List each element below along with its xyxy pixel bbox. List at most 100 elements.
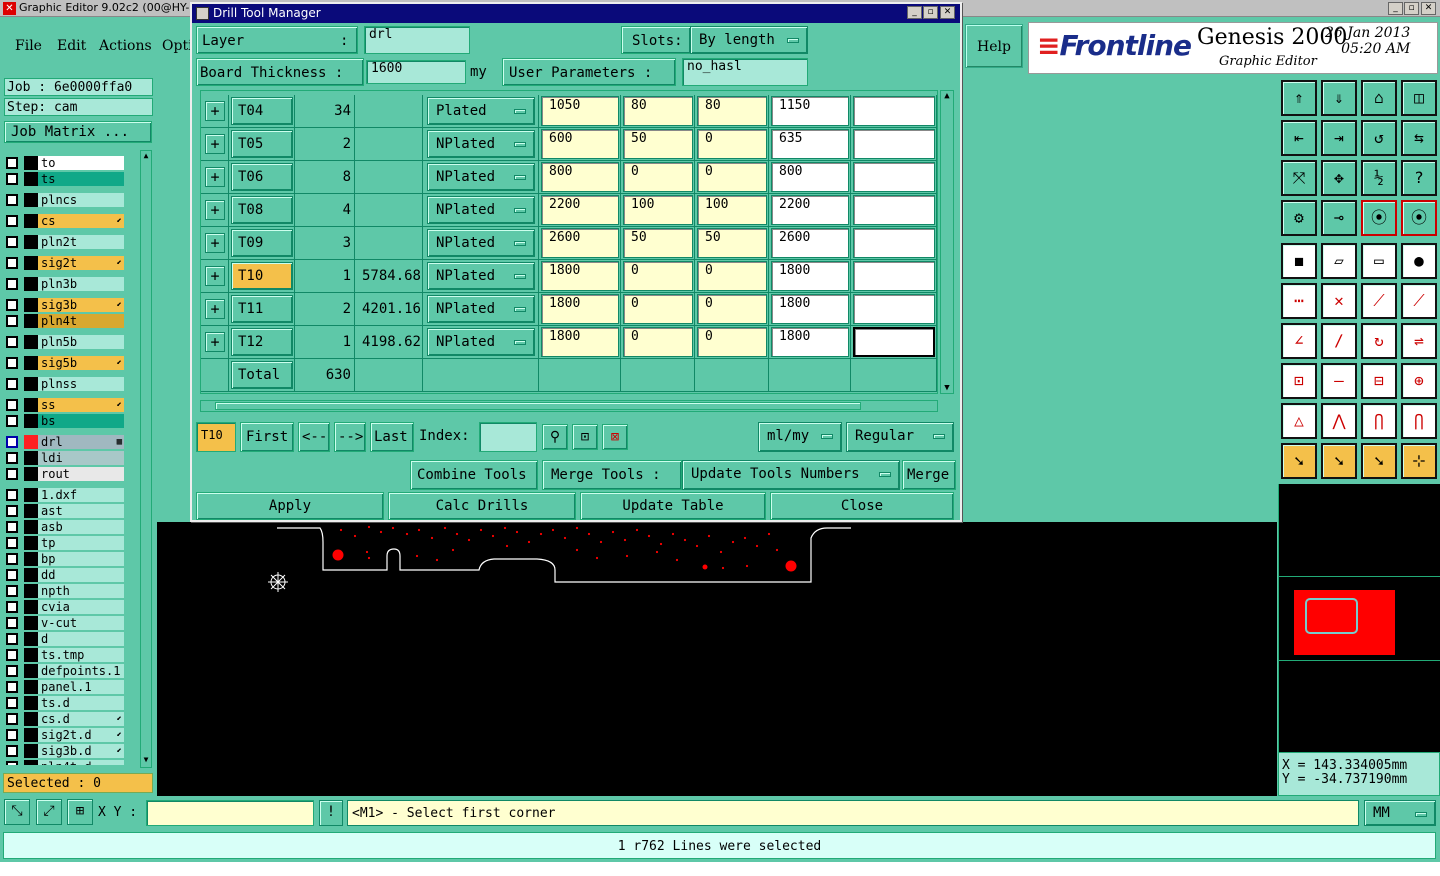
close-icon[interactable]: ✕: [1421, 2, 1436, 15]
snap-icon[interactable]: ✕: [1321, 283, 1357, 319]
job-matrix-button[interactable]: Job Matrix ...: [4, 121, 152, 143]
dialog-maximize-icon[interactable]: ▫: [923, 6, 938, 19]
drill-size-input[interactable]: 800: [771, 162, 849, 192]
tolerance-plus-input[interactable]: 50: [623, 129, 693, 159]
clear-tool-icon[interactable]: ⊠: [602, 424, 628, 450]
query-icon[interactable]: ?: [1401, 160, 1437, 196]
layer-row[interactable]: dd: [4, 567, 140, 583]
tolerance-minus-input[interactable]: 0: [697, 261, 767, 291]
layer-row[interactable]: drl ▦: [4, 434, 140, 450]
drill-size-input[interactable]: 2600: [771, 228, 849, 258]
layer-input[interactable]: drl: [364, 26, 470, 54]
layer-row[interactable]: sig5b ⬋: [4, 355, 140, 371]
extra-input[interactable]: [853, 96, 935, 126]
tolerance-minus-input[interactable]: 0: [697, 327, 767, 357]
unit-select[interactable]: ml/my: [758, 422, 842, 452]
grid-icon[interactable]: ⊞: [67, 799, 93, 825]
layer-checkbox[interactable]: [6, 399, 18, 411]
layer-checkbox[interactable]: [6, 173, 18, 185]
menu-options[interactable]: Opti: [162, 38, 193, 54]
tool-button[interactable]: T04: [231, 97, 293, 125]
help-button[interactable]: Help: [965, 24, 1023, 68]
layer-row[interactable]: sig2t.d ⬋: [4, 727, 140, 743]
tool-type-select[interactable]: NPlated: [427, 328, 535, 356]
select-icon[interactable]: ⊡: [1281, 363, 1317, 399]
board-thickness-input[interactable]: 1600: [366, 60, 466, 84]
layer-name[interactable]: cvia: [38, 600, 124, 614]
last-button[interactable]: Last: [370, 422, 414, 452]
finish-size-input[interactable]: 2200: [541, 195, 619, 225]
tool-button[interactable]: T08: [231, 196, 293, 224]
layer-row[interactable]: defpoints.1: [4, 663, 140, 679]
circle-icon[interactable]: ●: [1401, 243, 1437, 279]
layer-name[interactable]: sig3b ⬋: [38, 298, 124, 312]
arch-alt-icon[interactable]: ⋂: [1401, 403, 1437, 439]
layer-checkbox[interactable]: [6, 761, 18, 765]
layer-name[interactable]: sig5b ⬋: [38, 356, 124, 370]
drill-size-input[interactable]: 635: [771, 129, 849, 159]
layer-row[interactable]: cs ⬋: [4, 213, 140, 229]
connect-icon[interactable]: ⊹: [1401, 443, 1437, 479]
expand-icon[interactable]: +: [205, 332, 225, 352]
extra-input[interactable]: [853, 228, 935, 258]
measure-icon[interactable]: ⊸: [1321, 200, 1357, 236]
first-button[interactable]: First: [240, 422, 294, 452]
ruler-icon[interactable]: ▭: [1361, 243, 1397, 279]
undo-icon[interactable]: ↺: [1361, 120, 1397, 156]
expand-icon[interactable]: +: [205, 134, 225, 154]
finish-size-input[interactable]: 1800: [541, 261, 619, 291]
layer-checkbox[interactable]: [6, 357, 18, 369]
merge-button[interactable]: Merge: [902, 460, 956, 490]
cut-icon[interactable]: —: [1321, 363, 1357, 399]
tool-type-select[interactable]: NPlated: [427, 196, 535, 224]
xy-input[interactable]: [146, 800, 314, 826]
layer-row[interactable]: pln5b: [4, 334, 140, 350]
layer-checkbox[interactable]: [6, 157, 18, 169]
arc-icon[interactable]: ⟋: [1401, 283, 1437, 319]
finish-size-input[interactable]: 2600: [541, 228, 619, 258]
layer-row[interactable]: sig3b ⬋: [4, 297, 140, 313]
layer-checkbox[interactable]: [6, 378, 18, 390]
layer-name[interactable]: npth: [38, 584, 124, 598]
tool-button[interactable]: T10: [231, 262, 293, 290]
layer-row[interactable]: plncs: [4, 192, 140, 208]
peak-icon[interactable]: ⋀: [1321, 403, 1357, 439]
layer-row[interactable]: pln4t.d: [4, 759, 140, 765]
zoom-box-icon[interactable]: ⤡: [4, 799, 30, 825]
minimize-icon[interactable]: _: [1388, 2, 1403, 15]
layer-row[interactable]: rout: [4, 466, 140, 482]
filter-tool-icon[interactable]: ⊡: [572, 424, 598, 450]
layer-name[interactable]: sig3b.d ⬋: [38, 744, 124, 758]
layer-name[interactable]: asb: [38, 520, 124, 534]
group-icon[interactable]: ⊕: [1401, 363, 1437, 399]
layer-name[interactable]: drl ▦: [38, 435, 124, 449]
route-icon[interactable]: ⦿: [1361, 200, 1397, 236]
layer-checkbox[interactable]: [6, 468, 18, 480]
layer-name[interactable]: dd: [38, 568, 124, 582]
layer-row[interactable]: cvia: [4, 599, 140, 615]
layer-up-icon[interactable]: ⇑: [1281, 80, 1317, 116]
alert-icon[interactable]: !: [319, 800, 343, 826]
layer-checkbox[interactable]: [6, 553, 18, 565]
rotate-icon[interactable]: ↻: [1361, 323, 1397, 359]
layer-row[interactable]: pln4t: [4, 313, 140, 329]
pointer-box-icon[interactable]: ➘: [1321, 443, 1357, 479]
search-tool-icon[interactable]: ⚲: [542, 424, 568, 450]
apply-button[interactable]: Apply: [196, 492, 384, 520]
tolerance-plus-input[interactable]: 80: [623, 96, 693, 126]
tolerance-minus-input[interactable]: 0: [697, 129, 767, 159]
layer-checkbox[interactable]: [6, 257, 18, 269]
layer-checkbox[interactable]: [6, 215, 18, 227]
tolerance-minus-input[interactable]: 0: [697, 162, 767, 192]
layer-name[interactable]: ts.d: [38, 696, 124, 710]
layer-name[interactable]: rout: [38, 467, 124, 481]
layer-name[interactable]: pln2t: [38, 235, 124, 249]
dialog-minimize-icon[interactable]: _: [907, 6, 922, 19]
drill-size-input[interactable]: 1800: [771, 327, 849, 357]
extra-input[interactable]: [853, 195, 935, 225]
tool-type-select[interactable]: NPlated: [427, 163, 535, 191]
layer-checkbox[interactable]: [6, 585, 18, 597]
layer-name[interactable]: sig2t ⬋: [38, 256, 124, 270]
mode-select[interactable]: Regular: [846, 422, 954, 452]
triangle-icon[interactable]: △: [1281, 403, 1317, 439]
